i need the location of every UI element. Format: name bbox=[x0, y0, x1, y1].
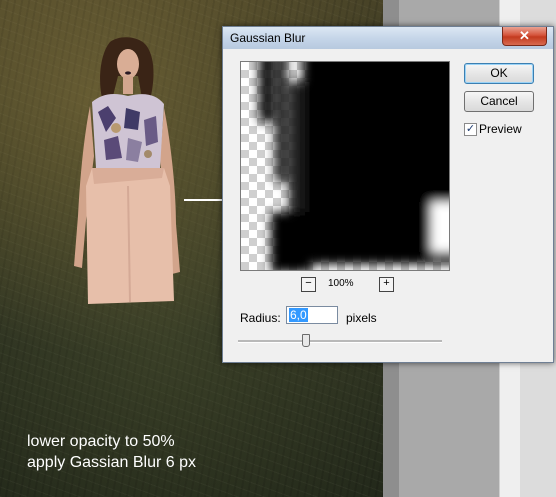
preview-label[interactable]: Preview bbox=[479, 122, 522, 136]
dialog-body: − 100% + Radius: 6,0 pixels OK Cancel ✓ … bbox=[228, 49, 548, 357]
zoom-level: 100% bbox=[328, 278, 354, 289]
radius-slider-thumb[interactable] bbox=[302, 334, 310, 347]
radius-slider-track[interactable] bbox=[238, 340, 442, 343]
ok-button[interactable]: OK bbox=[464, 63, 534, 84]
caption-line-2: apply Gassian Blur 6 px bbox=[27, 454, 196, 471]
radius-value: 6,0 bbox=[289, 308, 308, 322]
preview-image bbox=[259, 62, 449, 270]
radius-input[interactable]: 6,0 bbox=[286, 306, 338, 324]
radius-label: Radius: bbox=[240, 311, 281, 325]
checkmark-icon: ✓ bbox=[465, 123, 476, 135]
blur-preview[interactable] bbox=[240, 61, 450, 271]
dialog-title: Gaussian Blur bbox=[230, 31, 306, 45]
zoom-in-button[interactable]: + bbox=[379, 277, 394, 292]
cancel-button[interactable]: Cancel bbox=[464, 91, 534, 112]
close-icon: ✕ bbox=[519, 28, 530, 43]
close-button[interactable]: ✕ bbox=[502, 27, 547, 46]
radius-units: pixels bbox=[346, 311, 377, 325]
preview-checkbox[interactable]: ✓ bbox=[464, 123, 477, 136]
model-figure bbox=[74, 37, 180, 304]
gaussian-blur-dialog: Gaussian Blur ✕ − 100% + Radius: 6,0 pix… bbox=[222, 26, 554, 363]
dialog-titlebar[interactable]: Gaussian Blur ✕ bbox=[223, 27, 553, 49]
zoom-out-button[interactable]: − bbox=[301, 277, 316, 292]
caption-line-1: lower opacity to 50% bbox=[27, 433, 175, 450]
instruction-caption: lower opacity to 50% apply Gassian Blur … bbox=[27, 431, 196, 473]
